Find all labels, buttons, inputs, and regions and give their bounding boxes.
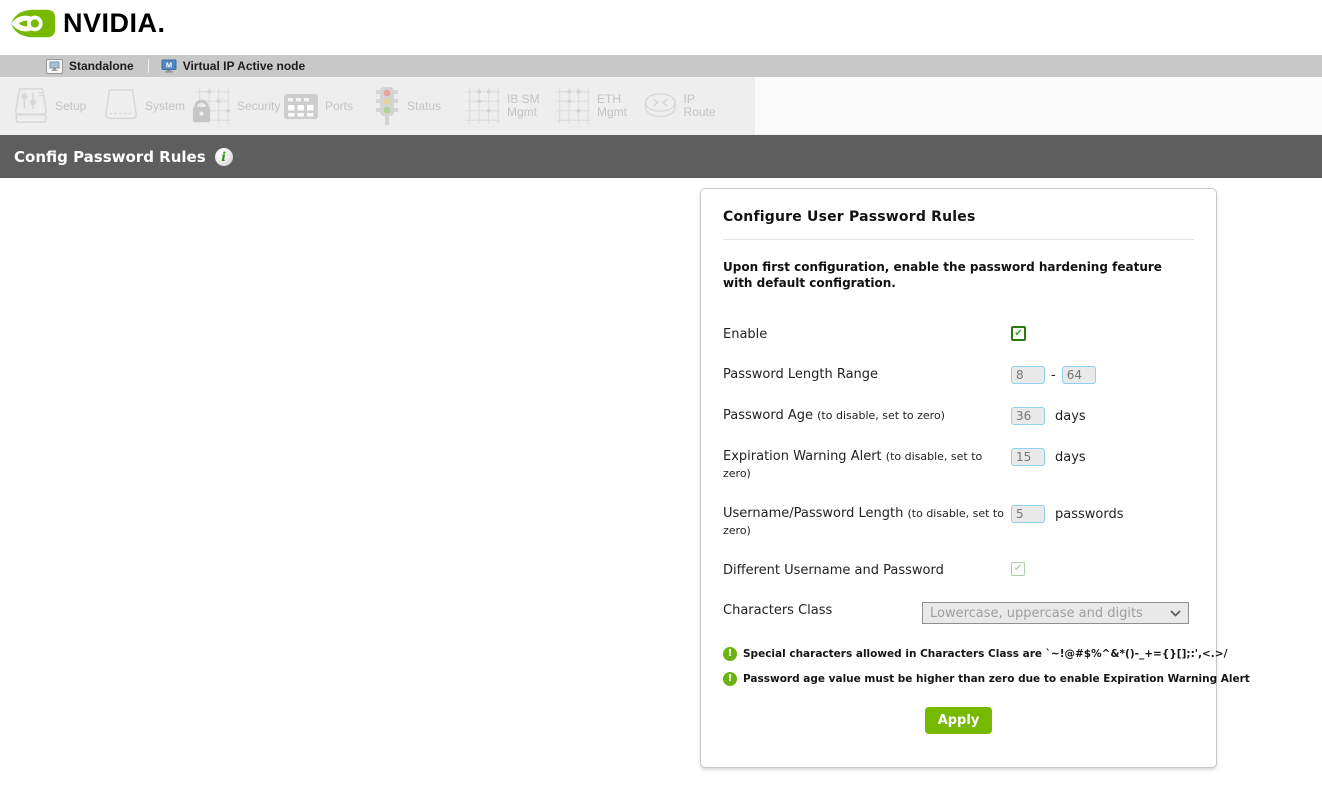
toolbar-item-setup[interactable]: Setup bbox=[12, 86, 102, 126]
expiration-warning-input[interactable] bbox=[1011, 448, 1045, 466]
nvidia-wordmark: NVIDIA. bbox=[63, 8, 166, 39]
password-length-range-label: Password Length Range bbox=[723, 366, 1011, 383]
sliders-device-icon bbox=[12, 86, 50, 126]
toolbar-icon-group: Setup System Security bbox=[0, 77, 755, 135]
grid-lock-icon bbox=[192, 86, 232, 126]
characters-class-value: Lowercase, uppercase and digits bbox=[930, 606, 1143, 621]
toolbar-label-ports: Ports bbox=[325, 100, 353, 113]
toolbar-item-security[interactable]: Security bbox=[192, 86, 282, 126]
chevron-down-icon bbox=[1170, 610, 1181, 617]
toolbar-label-security: Security bbox=[237, 100, 280, 113]
special-characters-note: ! Special characters allowed in Characte… bbox=[723, 647, 1194, 661]
svg-text:M: M bbox=[166, 61, 172, 70]
toolbar-label-status: Status bbox=[407, 100, 441, 113]
toolbar-item-status[interactable]: Status bbox=[372, 85, 462, 127]
toolbar-label-ibsm-mgmt: IB SM Mgmt bbox=[507, 93, 551, 119]
password-rules-panel: Configure User Password Rules Upon first… bbox=[700, 188, 1217, 768]
page-title-bar: Config Password Rules i bbox=[0, 135, 1322, 178]
toolbar-item-system[interactable]: System bbox=[102, 86, 192, 126]
page-title: Config Password Rules bbox=[14, 148, 206, 166]
password-age-note: (to disable, set to zero) bbox=[817, 409, 945, 422]
different-username-password-row: Different Username and Password ✔ bbox=[723, 562, 1194, 579]
expiration-warning-suffix: days bbox=[1055, 450, 1086, 465]
nvidia-logo: NVIDIA. bbox=[10, 8, 166, 39]
different-username-password-label: Different Username and Password bbox=[723, 562, 1011, 579]
standalone-node-item[interactable]: Standalone bbox=[46, 59, 134, 74]
expiration-warning-label: Expiration Warning Alert (to disable, se… bbox=[723, 448, 1011, 482]
apply-button[interactable]: Apply bbox=[925, 707, 993, 734]
apply-button-container: Apply bbox=[723, 707, 1194, 734]
username-password-length-label: Username/Password Length (to disable, se… bbox=[723, 505, 1011, 539]
username-password-length-input[interactable] bbox=[1011, 505, 1045, 523]
characters-class-select[interactable]: Lowercase, uppercase and digits bbox=[922, 602, 1189, 624]
router-icon bbox=[642, 88, 679, 124]
password-age-label: Password Age (to disable, set to zero) bbox=[723, 407, 1011, 424]
expiration-warning-row: Expiration Warning Alert (to disable, se… bbox=[723, 448, 1194, 482]
toolbar-item-ibsm-mgmt[interactable]: IB SM Mgmt bbox=[462, 86, 552, 126]
username-password-length-row: Username/Password Length (to disable, se… bbox=[723, 505, 1194, 539]
info-icon[interactable]: i bbox=[215, 148, 233, 166]
range-separator: - bbox=[1051, 368, 1056, 383]
traffic-light-icon bbox=[372, 85, 402, 127]
nvidia-eye-icon bbox=[10, 8, 56, 39]
enable-checkbox[interactable]: ✔ bbox=[1011, 326, 1026, 341]
panel-intro-text: Upon first configuration, enable the pas… bbox=[723, 259, 1195, 291]
panel-divider bbox=[723, 239, 1194, 240]
virtual-ip-label: Virtual IP Active node bbox=[183, 59, 305, 73]
toolbar-label-system: System bbox=[145, 100, 185, 113]
toolbar-item-ip-route[interactable]: IP Route bbox=[642, 88, 726, 124]
virtual-ip-monitor-icon: M bbox=[161, 59, 177, 73]
username-password-length-suffix: passwords bbox=[1055, 507, 1124, 522]
node-bar-divider bbox=[148, 59, 149, 73]
enable-label: Enable bbox=[723, 326, 1011, 343]
node-status-bar: Standalone M Virtual IP Active node bbox=[0, 55, 1322, 77]
fabric-grid-icon bbox=[552, 86, 592, 126]
panel-title: Configure User Password Rules bbox=[723, 209, 1194, 225]
panel-notes: ! Special characters allowed in Characte… bbox=[723, 647, 1194, 686]
exclamation-icon: ! bbox=[723, 672, 737, 686]
different-username-password-checkbox: ✔ bbox=[1011, 562, 1025, 576]
toolbar-label-setup: Setup bbox=[55, 100, 86, 113]
password-length-min-input[interactable] bbox=[1011, 366, 1045, 384]
fabric-grid-icon bbox=[462, 86, 502, 126]
toolbar-label-ip-route: IP Route bbox=[684, 93, 726, 119]
characters-class-row: Characters Class Lowercase, uppercase an… bbox=[723, 602, 1194, 624]
enable-row: Enable ✔ bbox=[723, 326, 1194, 343]
password-age-suffix: days bbox=[1055, 409, 1086, 424]
password-rules-form: Enable ✔ Password Length Range - Passwor… bbox=[723, 326, 1194, 624]
main-toolbar: Setup System Security bbox=[0, 77, 1322, 135]
password-age-row: Password Age (to disable, set to zero) d… bbox=[723, 407, 1194, 425]
password-length-range-row: Password Length Range - bbox=[723, 366, 1194, 384]
password-age-input[interactable] bbox=[1011, 407, 1045, 425]
exclamation-icon: ! bbox=[723, 647, 737, 661]
toolbar-item-eth-mgmt[interactable]: ETH Mgmt bbox=[552, 86, 642, 126]
toolbar-label-eth-mgmt: ETH Mgmt bbox=[597, 93, 641, 119]
standalone-monitor-icon bbox=[46, 59, 63, 74]
standalone-label: Standalone bbox=[69, 59, 134, 73]
port-panel-icon bbox=[282, 90, 320, 122]
password-length-max-input[interactable] bbox=[1062, 366, 1096, 384]
brand-header: NVIDIA. bbox=[0, 0, 1322, 55]
toolbar-item-ports[interactable]: Ports bbox=[282, 90, 372, 122]
chassis-icon bbox=[102, 86, 140, 126]
password-age-warning-note: ! Password age value must be higher than… bbox=[723, 672, 1194, 686]
characters-class-label: Characters Class bbox=[723, 602, 922, 619]
virtual-ip-node-item[interactable]: M Virtual IP Active node bbox=[161, 59, 305, 73]
